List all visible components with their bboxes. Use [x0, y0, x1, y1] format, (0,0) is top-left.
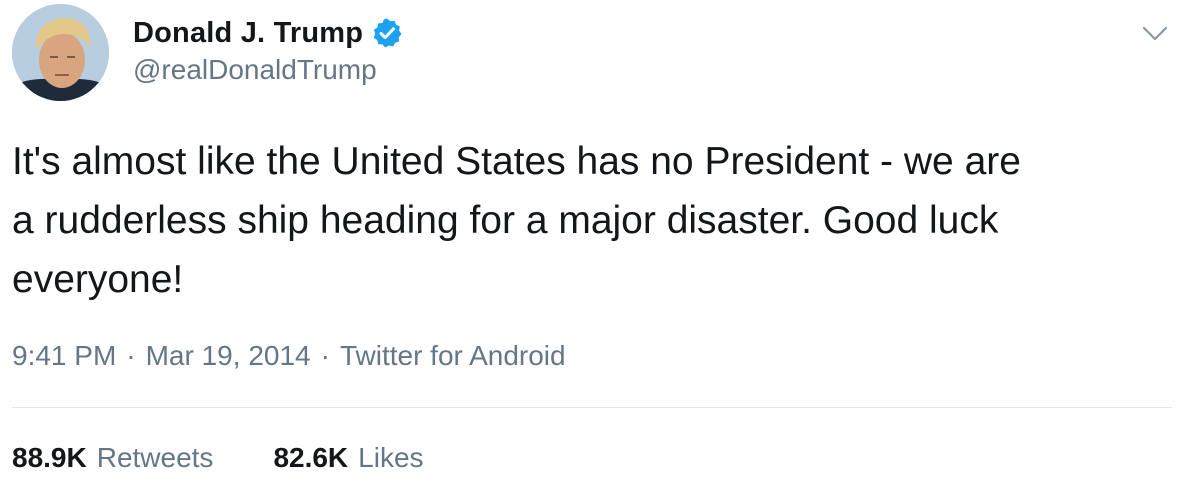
tweet-stats: 88.9K Retweets 82.6K Likes [12, 442, 424, 474]
verified-badge-icon [371, 17, 403, 49]
tweet-meta: 9:41 PM · Mar 19, 2014 · Twitter for And… [12, 340, 566, 372]
divider [12, 407, 1172, 408]
author-name-row[interactable]: Donald J. Trump [133, 14, 403, 52]
author-display-name[interactable]: Donald J. Trump [133, 17, 363, 50]
chevron-down-icon[interactable] [1140, 18, 1170, 48]
meta-separator: · [320, 340, 330, 371]
retweets-stat[interactable]: 88.9K Retweets [12, 442, 213, 474]
likes-stat[interactable]: 82.6K Likes [273, 442, 423, 474]
tweet-date[interactable]: Mar 19, 2014 [146, 340, 311, 372]
tweet-card: Donald J. Trump @realDonaldTrump It's al… [0, 0, 1180, 487]
author-handle[interactable]: @realDonaldTrump [133, 54, 377, 86]
likes-label: Likes [358, 442, 424, 473]
avatar[interactable] [12, 4, 109, 101]
retweets-count: 88.9K [12, 442, 87, 473]
tweet-time[interactable]: 9:41 PM [12, 340, 116, 372]
retweets-label: Retweets [96, 442, 214, 473]
meta-separator: · [126, 340, 136, 371]
tweet-text: It's almost like the United States has n… [12, 140, 1021, 301]
tweet-source[interactable]: Twitter for Android [340, 340, 566, 372]
likes-count: 82.6K [273, 442, 349, 473]
